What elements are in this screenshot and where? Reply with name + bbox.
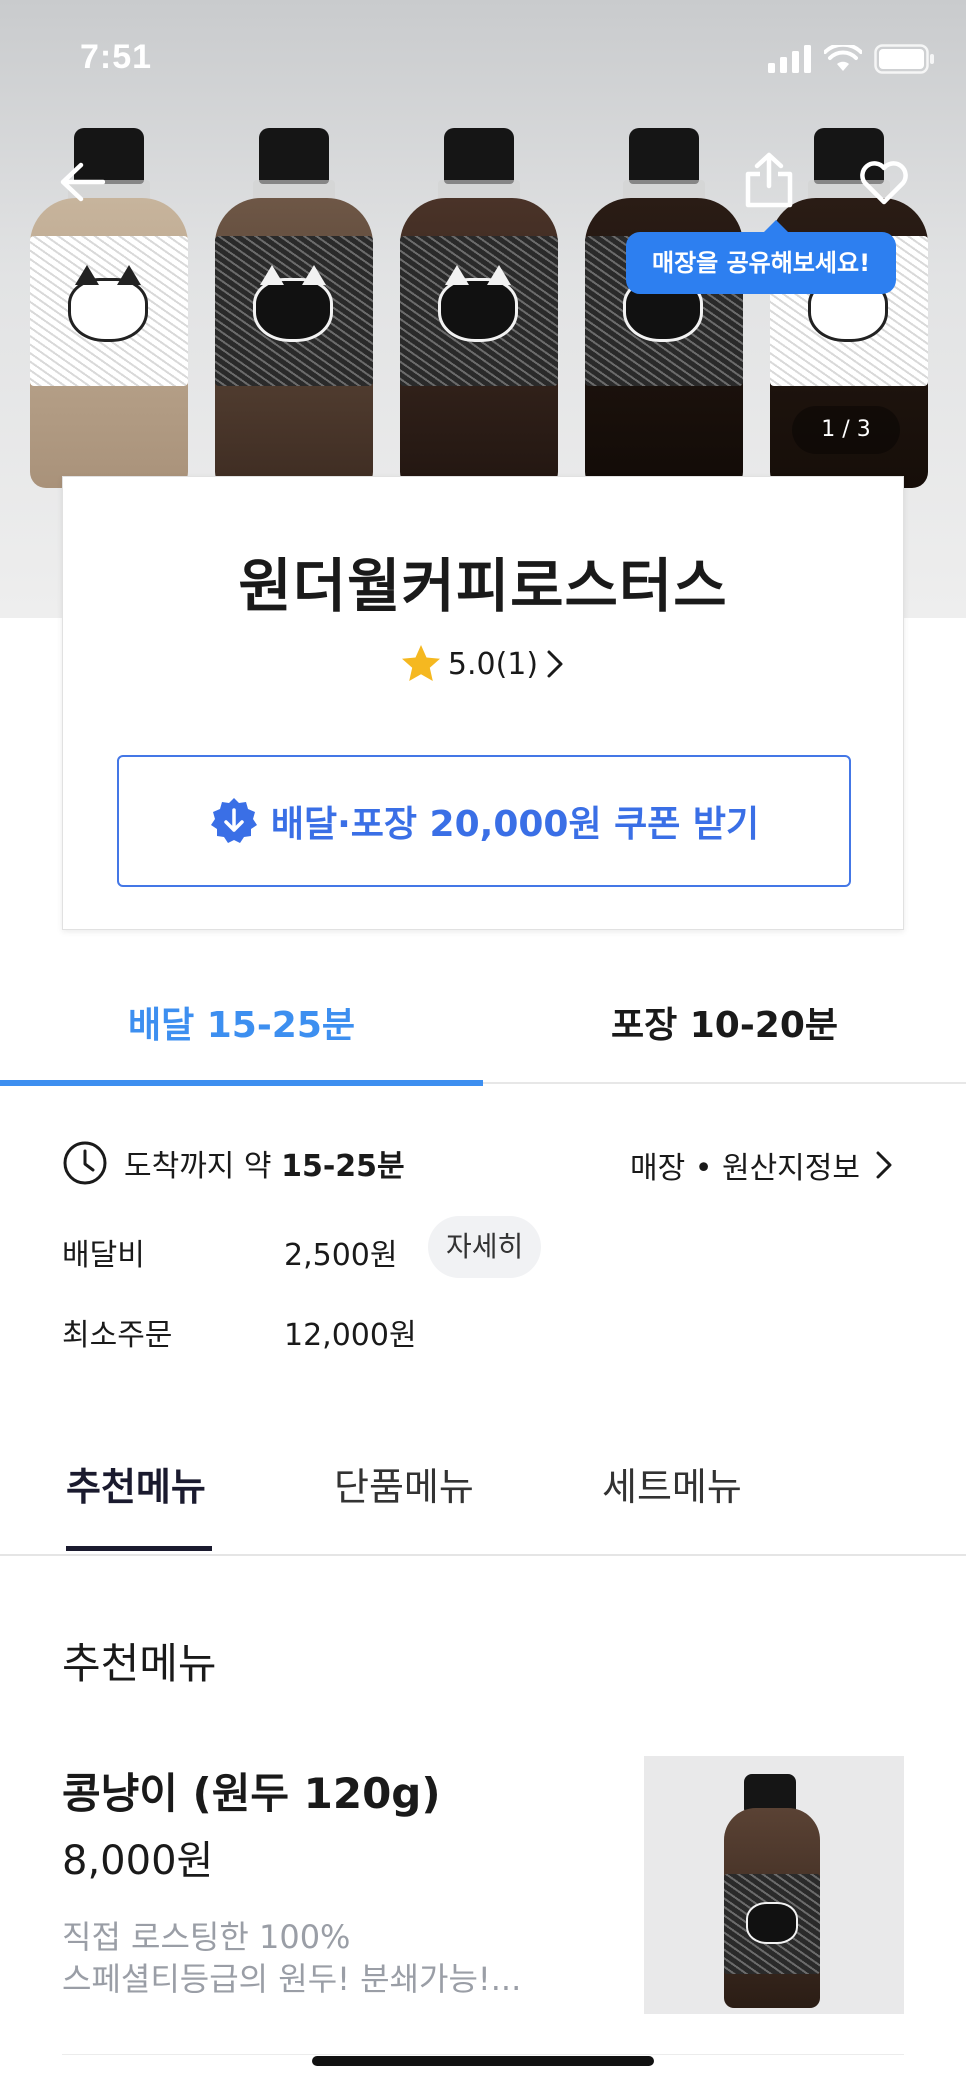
coupon-label: 배달·포장 20,000원 쿠폰 받기 — [270, 804, 760, 845]
tab-set-menu[interactable]: 세트메뉴 — [602, 1456, 742, 1511]
back-arrow-icon — [60, 162, 105, 202]
min-order-value: 12,000원 — [284, 1318, 417, 1353]
back-button[interactable] — [54, 154, 110, 210]
store-info-card: 원더월커피로스터스 5.0(1) 배달·포장 20,000원 쿠폰 받기 — [62, 476, 904, 930]
arrival-prefix: 도착까지 약 — [124, 1149, 282, 1184]
bottle-coffee-beans — [400, 128, 558, 488]
arrival-time: 15-25분 — [281, 1149, 405, 1184]
tab-pickup[interactable]: 포장 10-20분 — [483, 996, 966, 1056]
delivery-fee-label: 배달비 — [62, 1238, 145, 1273]
status-time: 7:51 — [80, 38, 153, 76]
menu-item-desc-line1: 직접 로스팅한 100% — [62, 1918, 351, 1956]
tab-recommended-menu[interactable]: 추천메뉴 — [66, 1456, 206, 1511]
tab-delivery[interactable]: 배달 15-25분 — [0, 996, 483, 1056]
share-button[interactable] — [741, 152, 797, 208]
coupon-button[interactable]: 배달·포장 20,000원 쿠폰 받기 — [117, 755, 851, 887]
delivery-fee-value: 2,500원 — [284, 1238, 398, 1273]
fee-detail-button[interactable]: 자세히 — [428, 1216, 542, 1278]
status-icons — [768, 44, 936, 74]
signal-icon — [768, 45, 811, 73]
menu-tab-indicator — [66, 1546, 212, 1551]
store-name: 원더월커피로스터스 — [238, 552, 728, 620]
menu-item-image — [644, 1756, 904, 2014]
item-divider — [62, 2054, 904, 2055]
bottle-cold-brew — [585, 128, 743, 488]
rating-value: 5.0(1) — [447, 646, 539, 682]
heart-icon — [860, 161, 908, 205]
download-badge-icon — [210, 798, 257, 843]
menu-item-price: 8,000원 — [62, 1838, 214, 1884]
favorite-button[interactable] — [856, 154, 912, 210]
star-icon — [401, 645, 440, 681]
share-tooltip[interactable]: 매장을 공유해보세요! — [626, 220, 897, 294]
menu-item-description: 직접 로스팅한 100% 스페셜티등급의 원두! 분쇄가능!... — [62, 1916, 622, 2000]
carousel-pager: 1 / 3 — [792, 406, 900, 454]
battery-icon — [874, 44, 934, 74]
store-rating[interactable]: 5.0(1) — [63, 643, 903, 685]
home-indicator[interactable] — [312, 2056, 654, 2066]
origin-info-link[interactable]: 매장 • 원산지정보 — [630, 1143, 894, 1187]
tab-single-menu[interactable]: 단품메뉴 — [334, 1456, 474, 1511]
min-order-label: 최소주문 — [62, 1318, 173, 1353]
tab-active-indicator — [0, 1080, 483, 1086]
arrival-time-row: 도착까지 약 15-25분 — [62, 1140, 405, 1186]
menu-item-name: 콩냥이 (원두 120g) — [62, 1769, 441, 1818]
bottle-ground-coffee — [215, 128, 373, 488]
chevron-right-icon — [547, 650, 563, 678]
share-icon — [745, 152, 793, 208]
wifi-icon — [824, 45, 862, 71]
clock-icon — [63, 1141, 107, 1185]
chevron-right-icon — [876, 1151, 892, 1179]
origin-info-label: 매장 • 원산지정보 — [630, 1151, 860, 1186]
section-title: 추천메뉴 — [62, 1639, 217, 1688]
menu-item-desc-line2: 스페셜티등급의 원두! 분쇄가능!... — [62, 1960, 522, 1998]
menu-tab-divider — [0, 1554, 966, 1556]
